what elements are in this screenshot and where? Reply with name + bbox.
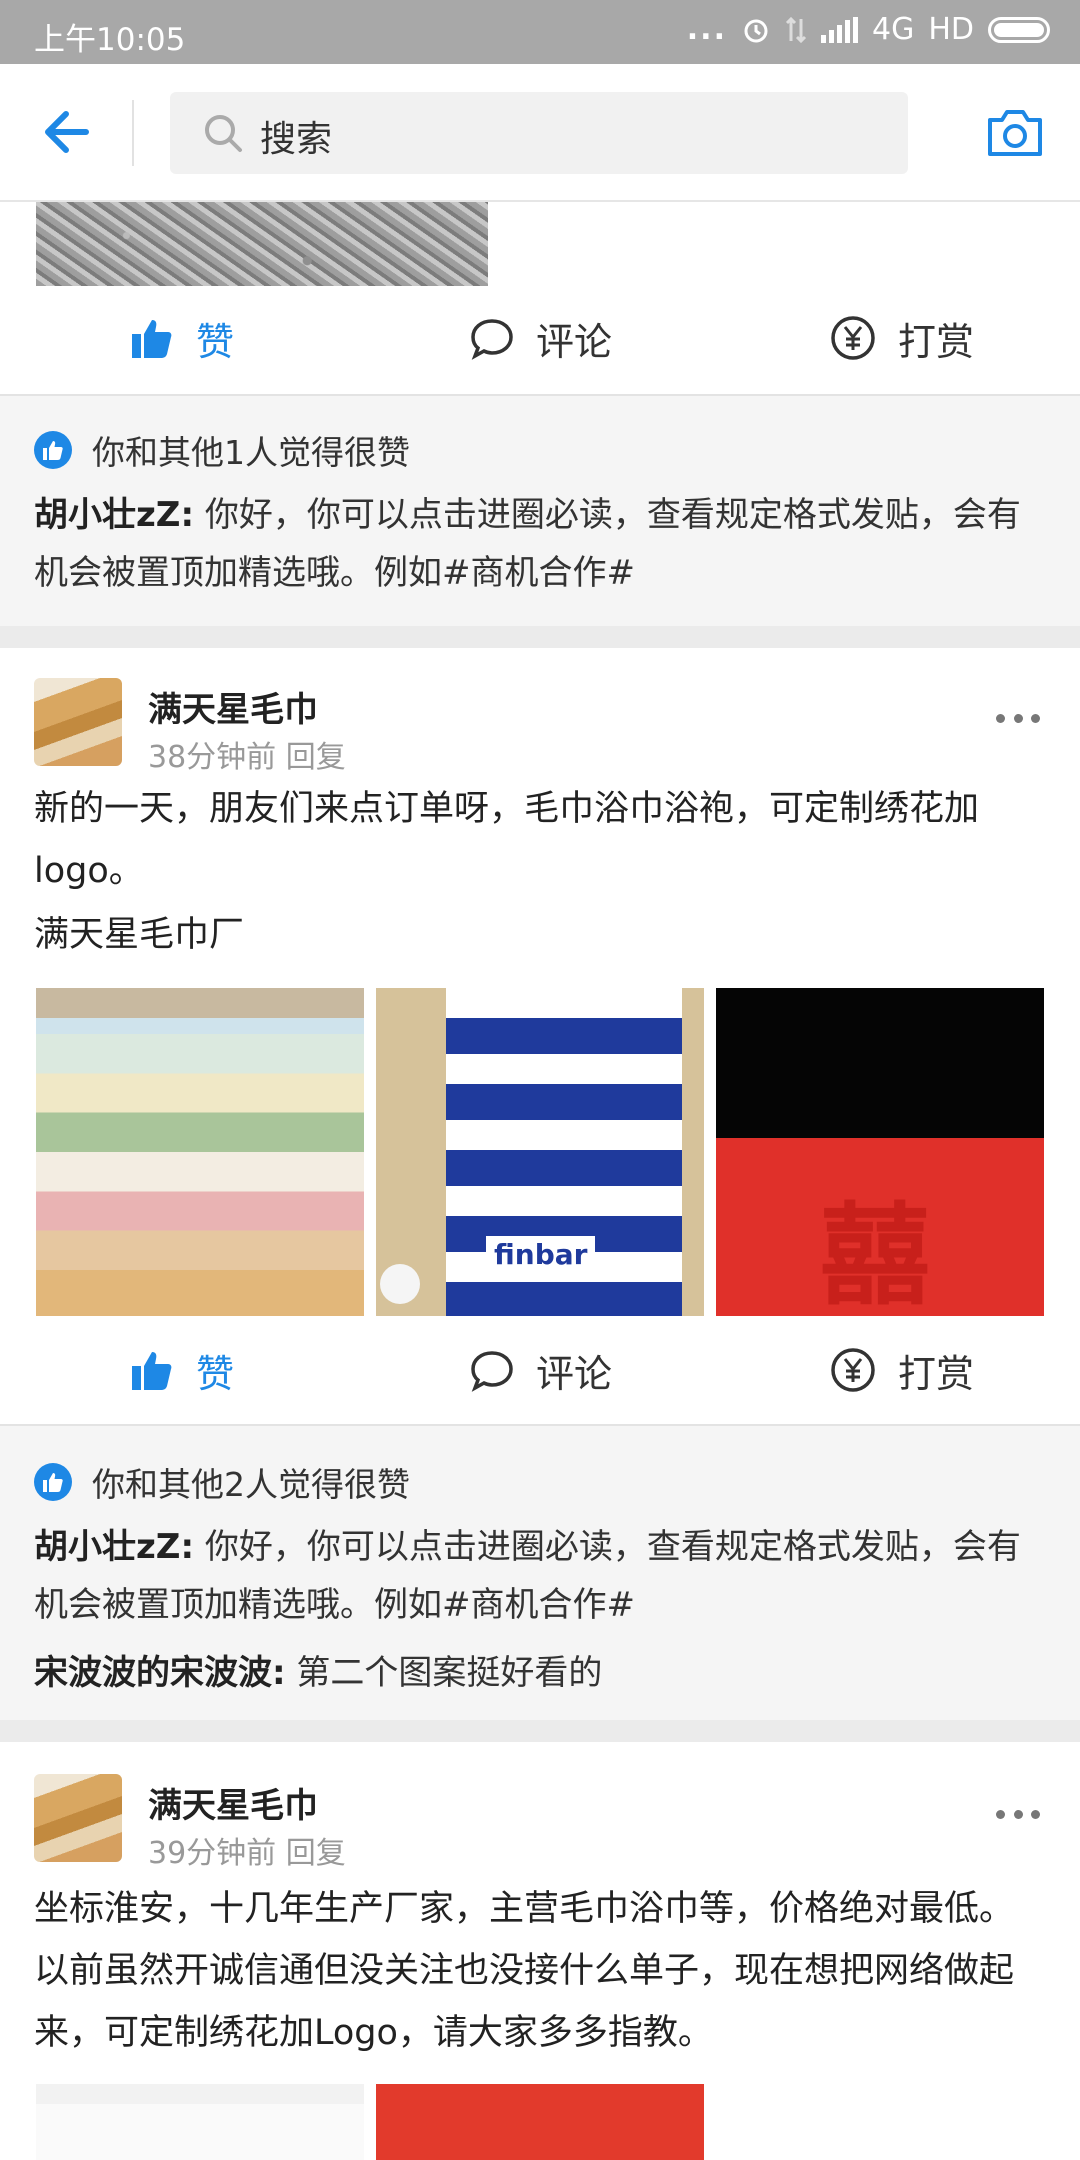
likes-summary[interactable]: 你和其他2人觉得很赞 bbox=[34, 1458, 410, 1506]
post-image-red-towel[interactable] bbox=[376, 2084, 704, 2160]
comment-bubble-icon bbox=[471, 1351, 513, 1392]
action-bar: 赞 评论 打赏 bbox=[0, 286, 1080, 390]
post-image-partial[interactable] bbox=[36, 202, 488, 286]
thumbs-up-icon bbox=[132, 1352, 172, 1390]
poster-name[interactable]: 满天星毛巾 bbox=[148, 1778, 318, 1827]
post-image-white-towel[interactable] bbox=[36, 2084, 364, 2160]
post-meta[interactable]: 38分钟前 回复 bbox=[148, 732, 346, 776]
post-text: 坐标淮安，十几年生产厂家，主营毛巾浴巾等，价格绝对最低。以前虽然开诚信通但没关注… bbox=[34, 1889, 1015, 2053]
tip-button[interactable]: 打赏 bbox=[830, 1318, 974, 1422]
like-label: 赞 bbox=[196, 319, 235, 364]
double-happiness-pattern: 囍 bbox=[820, 1192, 930, 1316]
finbar-logo: finbar bbox=[486, 1236, 596, 1273]
comment-item[interactable]: 胡小壮zZ: 你好，你可以点击进圈必读，查看规定格式发贴，会有机会被置顶加精选哦… bbox=[34, 486, 1044, 602]
signal-icon bbox=[820, 16, 858, 43]
like-badge-icon bbox=[34, 1463, 72, 1501]
comment-button[interactable]: 评论 bbox=[470, 286, 612, 390]
comment-text: 第二个图案挺好看的 bbox=[285, 1653, 603, 1693]
section-separator bbox=[0, 626, 1080, 648]
comment-button[interactable]: 评论 bbox=[470, 1318, 612, 1422]
comment-bubble-icon bbox=[471, 319, 513, 360]
poster-name[interactable]: 满天星毛巾 bbox=[148, 682, 318, 731]
comment-author[interactable]: 胡小壮zZ: bbox=[34, 1527, 194, 1567]
search-input[interactable]: 搜索 bbox=[170, 92, 908, 174]
toolbar-divider bbox=[132, 100, 134, 166]
tip-button[interactable]: 打赏 bbox=[830, 286, 974, 390]
tip-label: 打赏 bbox=[898, 1351, 975, 1396]
post-image-striped-towel[interactable]: finbar bbox=[376, 988, 704, 1316]
more-dots-icon: ... bbox=[686, 12, 727, 47]
back-arrow-icon[interactable] bbox=[40, 106, 96, 158]
likes-comments-section: 你和其他2人觉得很赞 胡小壮zZ: 你好，你可以点击进圈必读，查看规定格式发贴，… bbox=[0, 1424, 1080, 1720]
likes-comments-section: 你和其他1人觉得很赞 胡小壮zZ: 你好，你可以点击进圈必读，查看规定格式发贴，… bbox=[0, 394, 1080, 626]
feed-post: 满天星毛巾 38分钟前 回复 新的一天，朋友们来点订单呀，毛巾浴巾浴袍，可定制绣… bbox=[0, 648, 1080, 1422]
thumbs-up-icon bbox=[132, 320, 172, 358]
post-text: 新的一天，朋友们来点订单呀，毛巾浴巾浴袍，可定制绣花加logo。 bbox=[34, 789, 980, 891]
more-options-icon[interactable] bbox=[996, 1810, 1040, 1822]
comment-author[interactable]: 胡小壮zZ: bbox=[34, 495, 194, 535]
like-button[interactable]: 赞 bbox=[130, 286, 234, 390]
battery-icon bbox=[988, 16, 1050, 43]
like-label: 赞 bbox=[196, 1351, 235, 1396]
data-transfer-icon bbox=[785, 16, 807, 43]
likes-text: 你和其他2人觉得很赞 bbox=[92, 1465, 410, 1504]
status-bar: 上午10:05 ... 4G HD bbox=[0, 0, 1080, 64]
like-badge-icon bbox=[34, 431, 72, 469]
comment-item[interactable]: 宋波波的宋波波: 第二个图案挺好看的 bbox=[34, 1644, 1044, 1702]
network-type: 4G bbox=[871, 12, 915, 47]
post-meta[interactable]: 39分钟前 回复 bbox=[148, 1828, 346, 1872]
comment-author[interactable]: 宋波波的宋波波: bbox=[34, 1653, 286, 1693]
status-icons: ... 4G HD bbox=[687, 12, 1050, 47]
likes-summary[interactable]: 你和其他1人觉得很赞 bbox=[34, 426, 410, 474]
avatar[interactable] bbox=[34, 1774, 122, 1862]
comment-label: 评论 bbox=[536, 1351, 613, 1396]
post-image-red-towel[interactable]: 囍 bbox=[716, 988, 1044, 1316]
like-button[interactable]: 赞 bbox=[130, 1318, 234, 1422]
avatar[interactable] bbox=[34, 678, 122, 766]
post-text-footer: 满天星毛巾厂 bbox=[34, 915, 245, 955]
yuan-coin-icon bbox=[831, 1348, 875, 1392]
top-bar: 搜索 bbox=[0, 64, 1080, 202]
search-placeholder: 搜索 bbox=[260, 119, 333, 160]
feed-post: 满天星毛巾 39分钟前 回复 坐标淮安，十几年生产厂家，主营毛巾浴巾等，价格绝对… bbox=[0, 1742, 1080, 2160]
section-separator bbox=[0, 1720, 1080, 1742]
yuan-coin-icon bbox=[831, 316, 875, 360]
alarm-icon bbox=[744, 19, 768, 42]
camera-icon[interactable] bbox=[986, 106, 1044, 158]
likes-text: 你和其他1人觉得很赞 bbox=[92, 433, 410, 472]
comment-item[interactable]: 胡小壮zZ: 你好，你可以点击进圈必读，查看规定格式发贴，会有机会被置顶加精选哦… bbox=[34, 1518, 1044, 1634]
more-options-icon[interactable] bbox=[996, 714, 1040, 726]
status-time: 上午10:05 bbox=[34, 22, 186, 58]
hd-indicator: HD bbox=[928, 12, 974, 47]
action-bar: 赞 评论 打赏 bbox=[0, 1318, 1080, 1422]
post-image-towel-stack[interactable] bbox=[36, 988, 364, 1316]
comment-label: 评论 bbox=[536, 319, 613, 364]
tip-label: 打赏 bbox=[898, 319, 975, 364]
search-icon bbox=[205, 115, 242, 152]
